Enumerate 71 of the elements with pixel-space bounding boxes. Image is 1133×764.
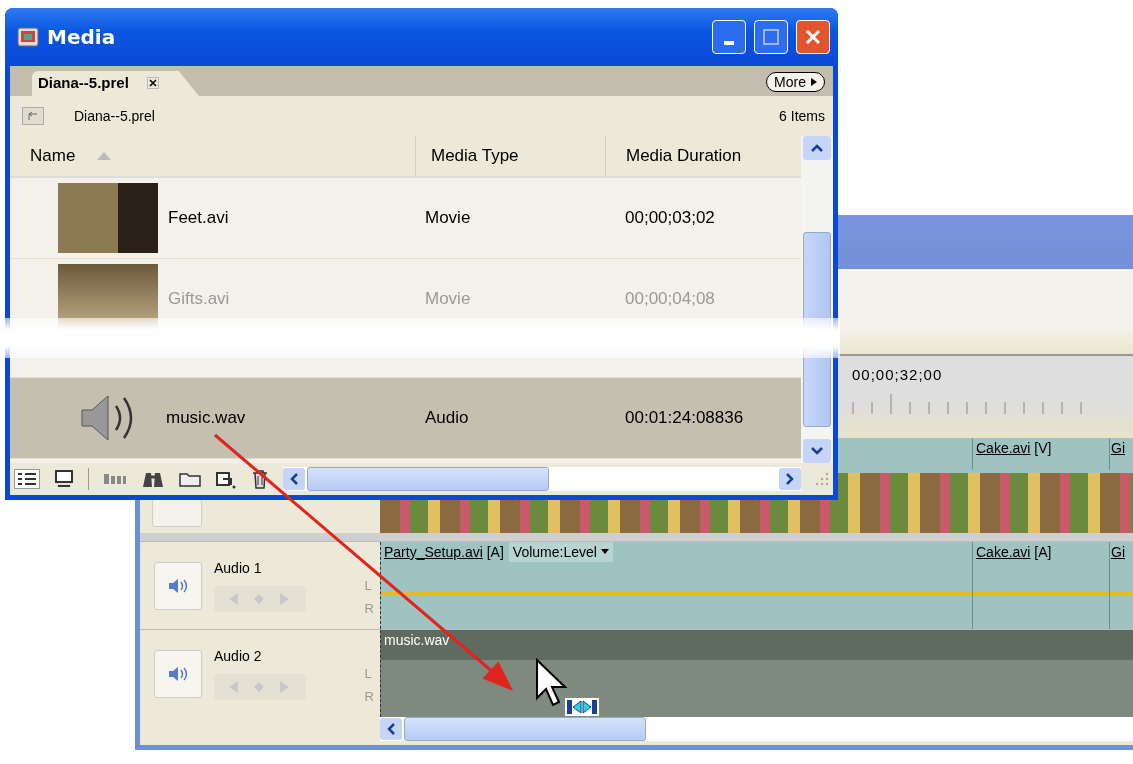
new-item-icon[interactable] (215, 469, 237, 489)
bin-path: Diana--5.prel (74, 108, 155, 124)
clip-label[interactable]: Cake.avi [A] (973, 541, 1055, 562)
file-name: Gifts.avi (168, 289, 230, 309)
monitor-icon[interactable] (54, 470, 74, 488)
speaker-toggle-button[interactable] (154, 561, 202, 610)
chevron-down-icon (811, 447, 823, 455)
media-duration: 00;00;04;08 (625, 289, 715, 309)
maximize-icon (763, 29, 779, 45)
scrollbar-thumb[interactable] (404, 717, 646, 742)
caret-icon (600, 549, 609, 555)
minimize-button[interactable] (712, 20, 746, 54)
media-type: Movie (425, 208, 471, 228)
channel-label: L (364, 577, 373, 593)
track-name: Audio 2 (214, 647, 263, 664)
media-type: Movie (425, 289, 471, 309)
speaker-toggle-button[interactable] (154, 649, 202, 698)
clip-label[interactable]: Party_Setup.avi [A] (381, 541, 507, 562)
file-name: Feet.avi (168, 208, 229, 228)
audio-clip[interactable]: Gi (1109, 541, 1133, 630)
scrollbar-thumb[interactable] (307, 467, 549, 491)
sort-ascending-icon (97, 152, 112, 160)
app-icon (17, 27, 39, 47)
clip-label[interactable]: Gi (1110, 437, 1126, 458)
volume-dropdown[interactable]: Volume:Level (508, 541, 613, 562)
channel-label: R (364, 600, 374, 616)
up-arrow-icon (26, 111, 40, 121)
insert-cursor-icon (535, 658, 601, 718)
close-icon[interactable] (146, 76, 159, 89)
channel-label: L (364, 665, 373, 681)
clip-label[interactable]: music.wav (381, 630, 453, 651)
list-view-icon[interactable] (14, 469, 40, 489)
play-triangle-icon (811, 78, 817, 86)
horizontal-scrollbar[interactable] (380, 717, 1133, 742)
media-row[interactable]: Feet.avi Movie 00;00;03;02 (10, 178, 801, 259)
media-row[interactable]: music.wav Audio 00:01:24:08836 (10, 378, 801, 459)
file-name: music.wav (166, 408, 246, 428)
chevron-right-icon (786, 473, 794, 485)
media-type: Audio (425, 408, 469, 428)
scroll-down-button[interactable] (803, 439, 831, 463)
close-icon (805, 29, 821, 45)
column-header[interactable]: Media Type (415, 136, 605, 176)
clip-label[interactable]: Cake.avi [V] (973, 437, 1055, 458)
scroll-up-button[interactable] (803, 136, 831, 160)
chevron-left-icon (290, 473, 298, 485)
item-count: 6 Items (779, 108, 825, 124)
scroll-right-button[interactable] (779, 468, 801, 490)
scroll-left-button[interactable] (380, 718, 402, 741)
more-button[interactable]: More (766, 72, 825, 92)
channel-label: R (364, 688, 374, 704)
audio-clip[interactable]: Cake.avi [A] (972, 541, 1109, 630)
track-name: Audio 1 (214, 559, 263, 576)
close-button[interactable] (796, 20, 830, 54)
window-title: Media (47, 25, 116, 49)
minimize-icon (724, 41, 734, 45)
chevron-up-icon (811, 144, 823, 152)
audio-clip[interactable]: Party_Setup.avi [A] Volume:Level (381, 541, 972, 630)
resize-grip-icon[interactable] (815, 472, 829, 486)
storyboard-icon[interactable] (103, 472, 127, 486)
column-header[interactable]: Name (10, 136, 415, 176)
folder-icon[interactable] (179, 471, 201, 487)
horizontal-scrollbar[interactable] (283, 467, 801, 491)
maximize-button[interactable] (754, 20, 788, 54)
scroll-left-button[interactable] (283, 468, 305, 490)
media-duration: 00:01:24:08836 (625, 408, 744, 428)
media-duration: 00;00;03;02 (625, 208, 715, 228)
panel-tab[interactable]: Diana--5.prel (32, 71, 199, 96)
chevron-left-icon (387, 723, 395, 736)
eye-button[interactable] (152, 498, 202, 527)
clip-label[interactable]: Gi (1110, 541, 1126, 562)
ruler-timecode: 00;00;32;00 (852, 365, 943, 383)
